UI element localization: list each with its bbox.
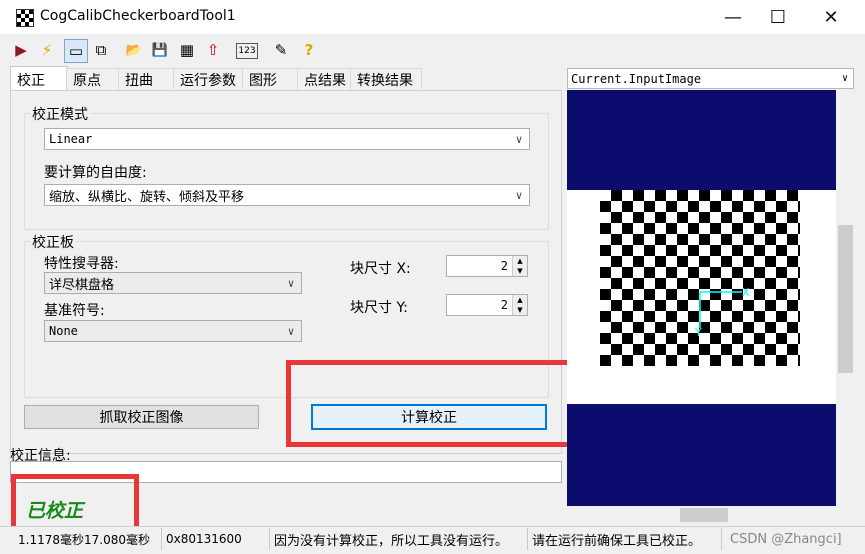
calib-mode-select[interactable]: Linear ∨ <box>44 128 530 150</box>
svg-text:X: X <box>742 286 750 299</box>
chevron-down-icon: ∨ <box>515 188 523 202</box>
tab-transform-results[interactable]: 转换结果 <box>350 68 422 91</box>
chevron-down-icon: ∨ <box>287 324 295 338</box>
up-arrow-icon[interactable]: ▲ <box>513 295 527 305</box>
up-arrow-icon[interactable]: ▲ <box>513 256 527 266</box>
image-icon[interactable]: ▭ <box>64 39 88 63</box>
open-folder-icon[interactable]: 📂 <box>123 39 145 61</box>
tab-graphics[interactable]: 图形 <box>242 68 300 91</box>
tile-x-label: 块尺寸 X: <box>350 261 411 277</box>
chevron-down-icon: ∨ <box>515 132 523 146</box>
app-checkerboard-icon <box>16 9 34 27</box>
grab-image-button[interactable]: 抓取校正图像 <box>24 405 259 429</box>
down-arrow-icon[interactable]: ▼ <box>513 305 527 315</box>
highlight-box <box>11 474 139 531</box>
status-time: 1.1178毫秒17.080毫秒 <box>14 528 162 550</box>
highlight-box <box>286 360 578 447</box>
finder-select[interactable]: 详尽棋盘格 ∨ <box>44 272 302 294</box>
tab-origin[interactable]: 原点 <box>66 68 122 91</box>
maximize-button[interactable]: ☐ <box>755 0 801 34</box>
tile-x-stepper[interactable]: 2 ▲ ▼ <box>446 255 528 277</box>
save-icon[interactable]: 💾 <box>149 39 171 61</box>
import-icon[interactable]: ⇧ <box>202 39 224 61</box>
fiducial-select[interactable]: None ∨ <box>44 320 302 342</box>
minimize-button[interactable]: — <box>710 0 756 34</box>
status-hint: 请在运行前确保工具已校正。 <box>528 528 722 550</box>
tile-y-stepper[interactable]: 2 ▲ ▼ <box>446 294 528 316</box>
tile-y-label: 块尺寸 Y: <box>350 300 408 316</box>
svg-text:Y: Y <box>694 326 702 339</box>
run-icon[interactable]: ▶ <box>10 39 32 61</box>
display-123-icon[interactable]: 123 <box>236 43 258 59</box>
image-source-select[interactable]: Current.InputImage ∨ <box>567 68 854 89</box>
lightning-icon[interactable]: ⚡ <box>36 39 58 61</box>
fiducial-label: 基准符号: <box>44 303 105 319</box>
tab-distortion[interactable]: 扭曲 <box>118 68 176 91</box>
tab-point-results[interactable]: 点结果 <box>297 68 357 91</box>
toolbar: ▶ ⚡ ▭ ⧉ 📂 💾 ▦ ⇧ 123 ✎ ? <box>0 34 865 66</box>
tab-run-params[interactable]: 运行参数 <box>173 68 249 91</box>
horizontal-scroll-thumb[interactable] <box>680 508 728 522</box>
window-title: CogCalibCheckerboardTool1 <box>40 8 236 24</box>
watermark: CSDN @Zhangci] <box>730 531 842 547</box>
status-message: 因为没有计算校正，所以工具没有运行。 <box>270 528 528 550</box>
close-button[interactable]: ✕ <box>808 0 854 34</box>
grid-icon[interactable]: ▦ <box>176 39 198 61</box>
finder-label: 特性搜寻器: <box>44 256 119 272</box>
down-arrow-icon[interactable]: ▼ <box>513 266 527 276</box>
chevron-down-icon: ∨ <box>841 73 849 84</box>
dof-select[interactable]: 缩放、纵横比、旋转、倾斜及平移 ∨ <box>44 184 530 206</box>
title-bar: CogCalibCheckerboardTool1 — ☐ ✕ <box>0 0 865 34</box>
board-group-label: 校正板 <box>30 232 76 252</box>
copy-image-icon[interactable]: ⧉ <box>90 39 112 61</box>
chevron-down-icon: ∨ <box>287 276 295 290</box>
tab-calibration[interactable]: 校正 <box>10 66 68 92</box>
edit-icon[interactable]: ✎ <box>270 39 292 61</box>
status-code: 0x80131600 <box>162 528 270 550</box>
calib-mode-label: 校正模式 <box>30 104 90 124</box>
dof-label: 要计算的自由度: <box>44 165 147 181</box>
coordinate-axes-icon: X Y <box>694 286 750 339</box>
vertical-scroll-thumb[interactable] <box>838 225 853 373</box>
help-icon[interactable]: ? <box>298 39 320 61</box>
